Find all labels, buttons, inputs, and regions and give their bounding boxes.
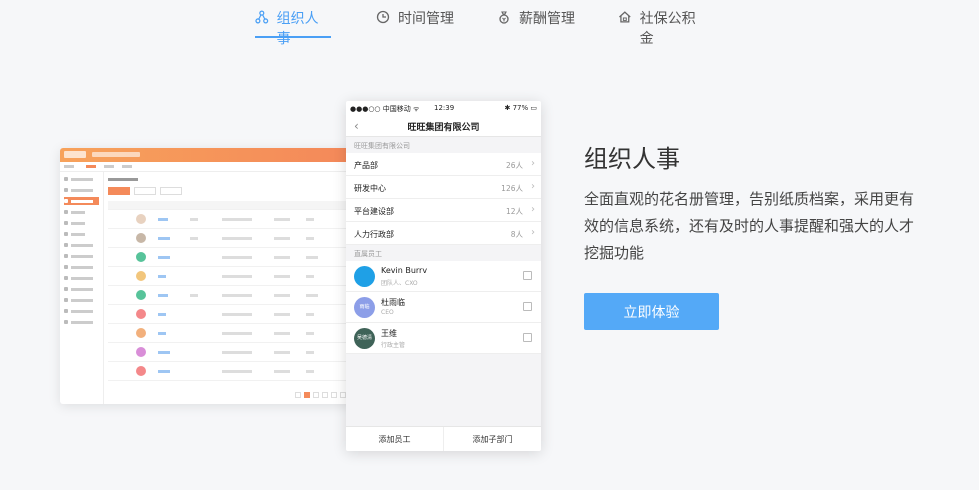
employee-role: 行政主管 bbox=[381, 342, 406, 349]
battery-text: ✱ 77% ▭ bbox=[504, 104, 538, 112]
employee-section-label: 直属员工 bbox=[354, 250, 382, 258]
employee-name: Kevin Burrv bbox=[381, 266, 428, 275]
employee-item[interactable]: 吴德清 王维 行政主管 bbox=[346, 323, 541, 354]
department-item[interactable]: 人力行政部 8人 › bbox=[346, 222, 541, 245]
employee-item[interactable]: 雨临 杜雨临 CEO bbox=[346, 292, 541, 323]
desktop-app-preview bbox=[60, 148, 360, 404]
tab-label: 社保公积金 bbox=[639, 11, 696, 47]
feature-tabs: 组织人事 时间管理 薪酬管理 社保公积金 bbox=[0, 0, 979, 47]
tab-payroll[interactable]: 薪酬管理 bbox=[497, 8, 575, 38]
employee-name: 王维 bbox=[381, 329, 397, 338]
department-name: 产品部 bbox=[354, 161, 378, 170]
org-chart-icon bbox=[255, 10, 269, 24]
department-count: 26人 bbox=[505, 161, 523, 170]
phone-title: 旺旺集团有限公司 bbox=[407, 123, 480, 133]
clock-text: 12:39 bbox=[434, 104, 455, 112]
chevron-right-icon: › bbox=[531, 158, 535, 169]
desktop-header-bar bbox=[60, 148, 360, 162]
employee-role: 团队人、CXO bbox=[381, 280, 418, 287]
avatar bbox=[354, 266, 375, 287]
try-now-button[interactable]: 立即体验 bbox=[584, 293, 719, 330]
edit-icon[interactable] bbox=[523, 271, 532, 280]
edit-icon[interactable] bbox=[523, 302, 532, 311]
phone-nav-bar: ‹ 旺旺集团有限公司 bbox=[346, 115, 541, 137]
department-item[interactable]: 产品部 26人 › bbox=[346, 153, 541, 176]
desktop-subnav bbox=[60, 162, 360, 172]
employee-name: 杜雨临 bbox=[381, 298, 405, 307]
avatar: 雨临 bbox=[354, 297, 375, 318]
carrier-text: ●●●○○ 中国移动 ᯤ bbox=[350, 105, 420, 113]
tab-social-insurance[interactable]: 社保公积金 bbox=[618, 8, 708, 47]
clock-icon bbox=[376, 10, 390, 24]
company-section-label: 旺旺集团有限公司 bbox=[354, 142, 410, 150]
chevron-right-icon: › bbox=[531, 181, 535, 192]
phone-bottom-bar: 添加员工 添加子部门 bbox=[346, 426, 541, 451]
tab-label: 薪酬管理 bbox=[519, 11, 575, 27]
money-bag-icon bbox=[499, 11, 509, 24]
department-count: 126人 bbox=[501, 184, 523, 193]
section-description: 全面直观的花名册管理，告别纸质档案，采用更有效的信息系统，还有及时的人事提醒和强… bbox=[584, 190, 915, 262]
desktop-logo bbox=[64, 151, 86, 158]
employee-item[interactable]: Kevin Burrv 团队人、CXO bbox=[346, 261, 541, 292]
tab-org-personnel[interactable]: 组织人事 bbox=[255, 8, 331, 47]
desktop-sidebar bbox=[60, 172, 104, 404]
employee-role: CEO bbox=[381, 309, 394, 316]
section-heading: 组织人事 bbox=[584, 145, 680, 173]
desktop-company-selector bbox=[92, 152, 140, 157]
desktop-employee-table bbox=[108, 176, 360, 404]
add-employee-button[interactable]: 添加员工 bbox=[346, 427, 444, 451]
tab-label: 组织人事 bbox=[276, 11, 319, 47]
add-subdepartment-button[interactable]: 添加子部门 bbox=[444, 427, 541, 451]
edit-icon[interactable] bbox=[523, 333, 532, 342]
department-name: 平台建设部 bbox=[354, 207, 394, 216]
department-name: 人力行政部 bbox=[354, 230, 394, 239]
department-count: 8人 bbox=[510, 230, 523, 239]
chevron-right-icon: › bbox=[531, 204, 535, 215]
tab-time-management[interactable]: 时间管理 bbox=[376, 8, 454, 38]
department-item[interactable]: 研发中心 126人 › bbox=[346, 176, 541, 199]
department-name: 研发中心 bbox=[354, 184, 386, 193]
phone-status-bar: ●●●○○ 中国移动 ᯤ 12:39 ✱ 77% ▭ bbox=[346, 101, 541, 115]
tab-label: 时间管理 bbox=[398, 11, 454, 27]
chevron-right-icon: › bbox=[531, 227, 535, 238]
desktop-pagination bbox=[295, 392, 346, 398]
mobile-app-preview: ●●●○○ 中国移动 ᯤ 12:39 ✱ 77% ▭ ‹ 旺旺集团有限公司 旺旺… bbox=[346, 101, 541, 451]
house-icon bbox=[619, 11, 631, 23]
department-item[interactable]: 平台建设部 12人 › bbox=[346, 199, 541, 222]
department-count: 12人 bbox=[505, 207, 523, 216]
avatar: 吴德清 bbox=[354, 328, 375, 349]
